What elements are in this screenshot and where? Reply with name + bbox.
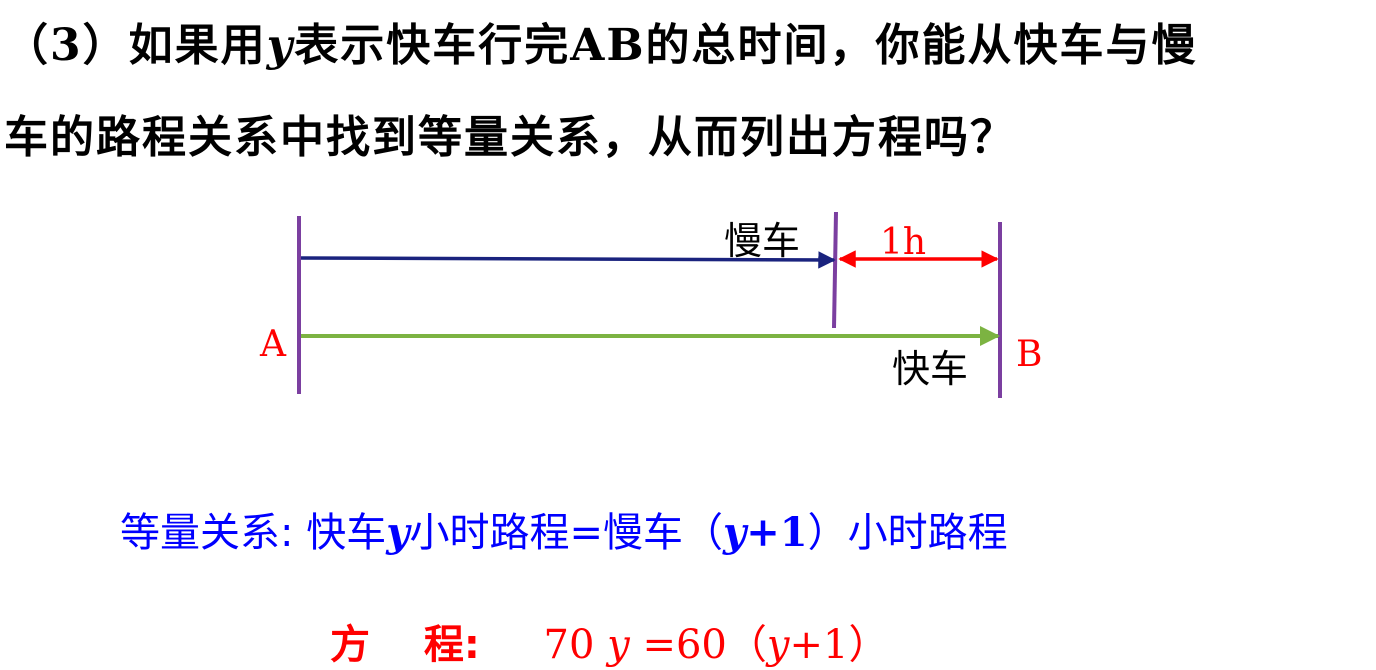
label-a: A bbox=[259, 324, 287, 365]
equivalence-relation: 等量关系: 快车y小时路程=慢车（y+1）小时路程 bbox=[120, 500, 1008, 558]
relation-mid: 小时路程=慢车（ bbox=[409, 510, 723, 556]
distance-diagram: 慢车 1h A B 快车 bbox=[259, 211, 1042, 398]
fast-car-label: 快车 bbox=[892, 347, 968, 391]
equation: 方 程: 70 y =60（y+1） bbox=[330, 612, 888, 670]
equation-label: 方 程: bbox=[330, 622, 480, 668]
equation-rhs-var: y bbox=[766, 622, 790, 668]
label-b: B bbox=[1016, 334, 1042, 375]
relation-prefix: 等量关系: 快车 bbox=[120, 510, 387, 556]
equation-equals: =60（ bbox=[642, 622, 767, 668]
equation-lhs-var: y bbox=[607, 622, 630, 668]
slow-car-label: 慢车 bbox=[724, 219, 800, 263]
relation-plus-one: +1 bbox=[746, 509, 808, 556]
marker-slow-end bbox=[832, 211, 838, 329]
relation-suffix: ）小时路程 bbox=[807, 510, 1008, 556]
relation-var-y-2: y bbox=[722, 509, 747, 556]
relation-var-y-1: y bbox=[386, 509, 410, 556]
equation-lhs-number: 70 bbox=[543, 622, 595, 668]
equation-rhs-tail: +1） bbox=[789, 622, 889, 668]
gap-label: 1h bbox=[880, 222, 926, 263]
